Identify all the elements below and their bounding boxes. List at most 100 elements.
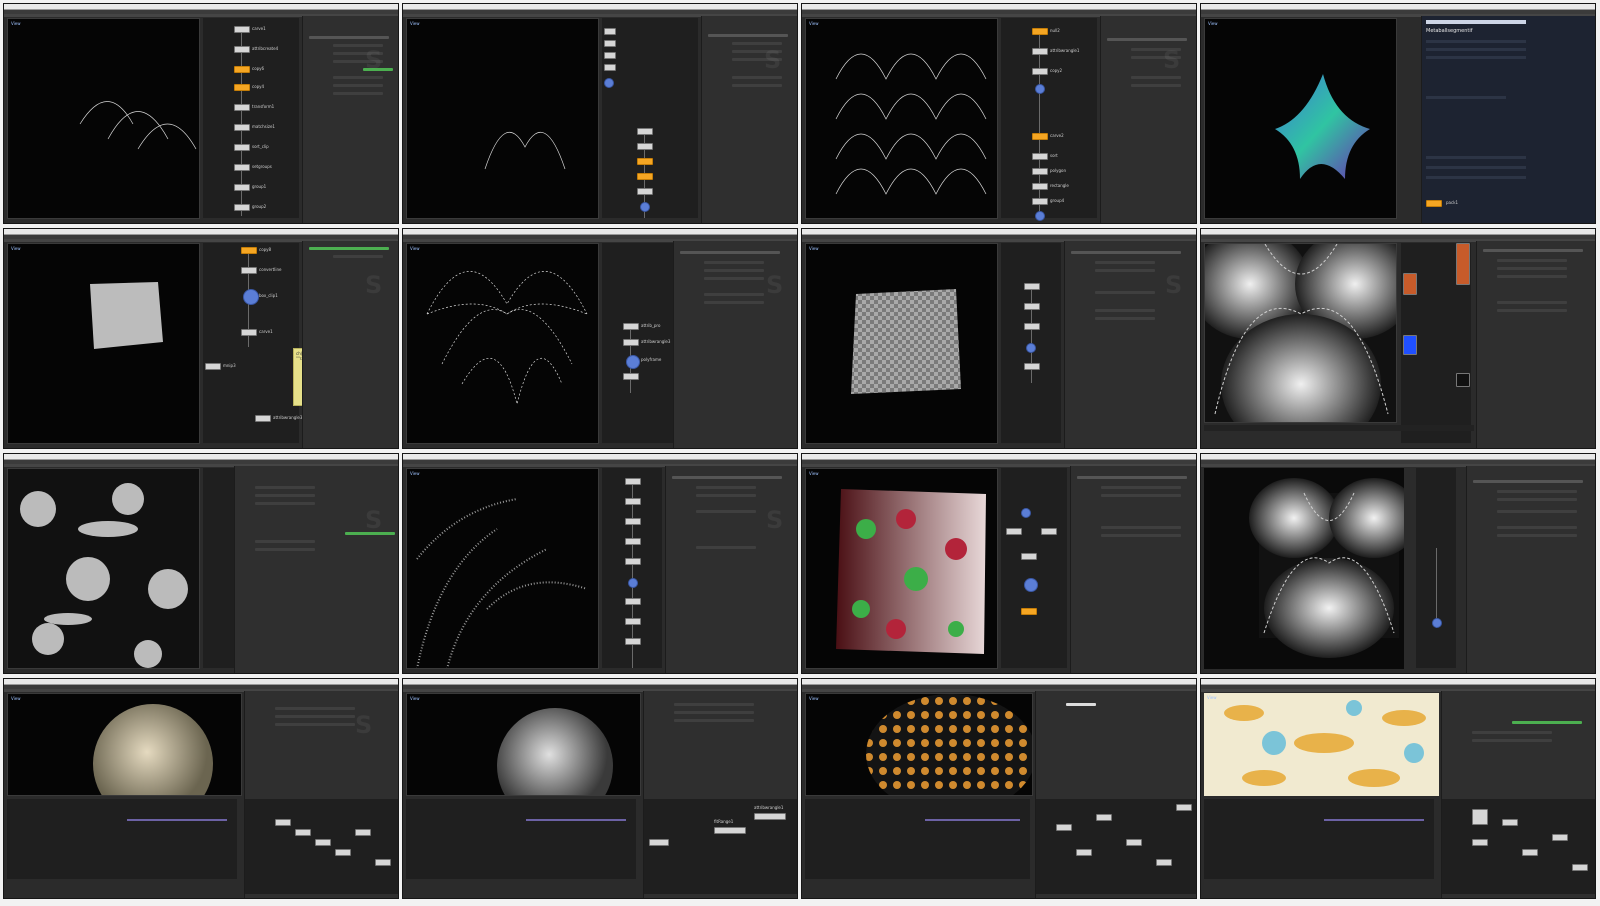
- network-editor[interactable]: [1401, 243, 1471, 443]
- network-editor[interactable]: [602, 468, 662, 668]
- parameter-panel[interactable]: S: [665, 466, 797, 673]
- parameter-panel[interactable]: [1035, 691, 1196, 898]
- screenshot-tile-1: View carve1 attribcreate4 copy6 copy4 tr…: [3, 3, 399, 224]
- viewport-geometry: [1275, 74, 1370, 179]
- node-matchsize1[interactable]: [234, 124, 250, 131]
- network-editor[interactable]: null2 attribwrangle1 copy2 carve2 sort p…: [1001, 18, 1097, 221]
- watermark: S: [355, 711, 375, 739]
- viewport-label: View: [11, 21, 21, 26]
- viewport-render: [1204, 693, 1439, 796]
- screenshot-tile-11: View: [801, 453, 1197, 674]
- network-editor[interactable]: [1001, 243, 1061, 443]
- screenshot-tile-14: View fitRange1 attribwrangle1: [402, 678, 798, 899]
- viewport-label: View: [410, 21, 420, 26]
- node-group1[interactable]: [234, 184, 250, 191]
- parameter-panel[interactable]: [1476, 241, 1595, 448]
- viewport-label: View: [410, 471, 420, 476]
- geometry-spreadsheet-panel[interactable]: Metaballsegmentif pack1: [1421, 16, 1595, 223]
- node-setgroups[interactable]: [234, 164, 250, 171]
- screenshot-tile-16: View: [1200, 678, 1596, 899]
- parameter-panel[interactable]: S: [673, 241, 797, 448]
- node-copy6[interactable]: [234, 66, 250, 73]
- viewport[interactable]: View: [805, 18, 998, 219]
- viewport[interactable]: View: [1204, 693, 1439, 796]
- channel-editor[interactable]: [805, 799, 1030, 879]
- viewport[interactable]: View: [406, 693, 641, 796]
- parameter-panel[interactable]: fitRange1 attribwrangle1: [643, 691, 797, 898]
- network-editor[interactable]: copy8 convertline box_clip1 carve1 mnip3…: [203, 243, 345, 443]
- parameter-panel[interactable]: [1070, 466, 1196, 673]
- viewport[interactable]: View: [7, 18, 200, 219]
- channel-editor[interactable]: [406, 799, 636, 879]
- watermark: S: [365, 506, 385, 534]
- viewport[interactable]: View: [406, 468, 599, 669]
- screenshot-tile-7: View S: [801, 228, 1197, 449]
- viewport[interactable]: [7, 468, 200, 669]
- parameter-panel[interactable]: S: [1100, 16, 1196, 223]
- screenshot-tile-6: View attrib_pro attribwrangle3 polyframe…: [402, 228, 798, 449]
- screenshot-tile-8: [1200, 228, 1596, 449]
- network-editor[interactable]: [245, 799, 398, 894]
- network-editor[interactable]: [1416, 468, 1456, 668]
- viewport[interactable]: View: [406, 18, 599, 219]
- viewport-render: [93, 704, 213, 795]
- viewport-geometry: [835, 53, 987, 195]
- watermark: S: [766, 271, 786, 299]
- network-editor[interactable]: [1442, 799, 1595, 894]
- viewport-label: View: [809, 21, 819, 26]
- viewport[interactable]: View: [805, 693, 1033, 796]
- watermark: S: [365, 46, 385, 74]
- screenshot-tile-4: View Metaballsegmentif pack1: [1200, 3, 1596, 224]
- channel-editor[interactable]: [1204, 799, 1434, 879]
- network-editor[interactable]: [1036, 799, 1196, 894]
- screenshot-tile-13: View S: [3, 678, 399, 899]
- viewport[interactable]: View: [805, 468, 998, 669]
- viewport[interactable]: View: [1204, 18, 1397, 219]
- parameter-panel[interactable]: S: [1064, 241, 1196, 448]
- viewport[interactable]: [1204, 468, 1404, 669]
- viewport[interactable]: [1204, 243, 1397, 423]
- parameter-panel[interactable]: S: [302, 16, 398, 223]
- watermark: S: [1163, 46, 1183, 74]
- viewport-label: View: [11, 246, 21, 251]
- node-transform1[interactable]: [234, 104, 250, 111]
- node-sort-clip[interactable]: [234, 144, 250, 151]
- node-attribcreate4[interactable]: [234, 46, 250, 53]
- viewport-label: View: [809, 696, 819, 701]
- viewport-label: View: [1207, 695, 1217, 700]
- viewport-geometry: [426, 271, 588, 405]
- viewport[interactable]: View: [805, 243, 998, 444]
- viewport-label: View: [809, 471, 819, 476]
- screenshot-tile-10: View S: [402, 453, 798, 674]
- viewport[interactable]: View: [7, 693, 242, 796]
- watermark: S: [766, 506, 786, 534]
- node-blue[interactable]: [604, 78, 614, 88]
- viewport-geometry: [484, 131, 566, 170]
- screenshot-tile-3: View null2 attribwrangle1 copy2 carve2 s…: [801, 3, 1197, 224]
- panel-title: Metaballsegmentif: [1426, 28, 1473, 34]
- network-editor[interactable]: fitRange1 attribwrangle1: [644, 799, 797, 894]
- parameter-panel[interactable]: [1441, 691, 1595, 898]
- viewport-geometry: [90, 282, 163, 349]
- node-group2[interactable]: [234, 204, 250, 211]
- timeline-bar[interactable]: [1204, 425, 1474, 431]
- node-copy4[interactable]: [234, 84, 250, 91]
- parameter-panel[interactable]: [1466, 466, 1595, 673]
- network-editor[interactable]: [602, 18, 698, 218]
- viewport-geometry: [79, 101, 197, 150]
- network-editor[interactable]: [1001, 468, 1067, 668]
- parameter-panel[interactable]: S: [701, 16, 797, 223]
- viewport-label: View: [410, 246, 420, 251]
- parameter-panel[interactable]: S: [244, 691, 398, 898]
- network-editor[interactable]: carve1 attribcreate4 copy6 copy4 transfo…: [203, 18, 299, 218]
- viewport-render: [866, 694, 1032, 795]
- viewport[interactable]: View: [7, 243, 200, 444]
- viewport-render: [497, 708, 613, 795]
- parameter-panel[interactable]: S: [302, 241, 398, 448]
- viewport[interactable]: View: [406, 243, 599, 444]
- watermark: S: [365, 271, 385, 299]
- parameter-panel[interactable]: S: [234, 466, 398, 673]
- channel-editor[interactable]: [7, 799, 237, 879]
- node-carve1[interactable]: [234, 26, 250, 33]
- screenshot-tile-2: View S: [402, 3, 798, 224]
